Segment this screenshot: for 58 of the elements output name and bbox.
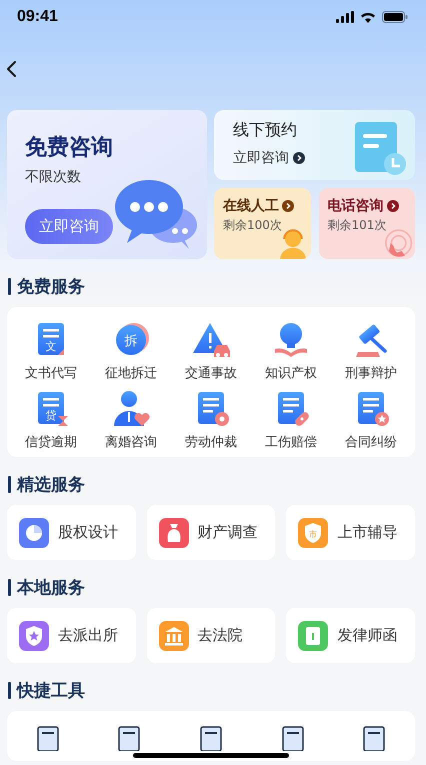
card-title: 在线人工	[223, 197, 279, 215]
clock-time: 09:41	[17, 8, 58, 26]
service-label[interactable]: 征地拆迁	[105, 364, 157, 382]
remaining-count: 剩余100次	[223, 217, 283, 234]
tile-label: 发律师函	[337, 626, 398, 645]
contact-card[interactable]: 电话咨询 剩余101次	[318, 188, 415, 259]
battery-icon	[382, 11, 408, 23]
service-label[interactable]: 知识产权	[265, 364, 317, 382]
card-title: 电话咨询	[328, 197, 384, 215]
person-heart-icon[interactable]	[112, 390, 150, 428]
tile-label: 股权设计	[58, 523, 118, 542]
consult-link[interactable]: 立即咨询	[233, 149, 305, 167]
arrow-circle-icon	[293, 152, 305, 164]
arrow-circle-icon	[282, 200, 294, 212]
service-tile[interactable]: 市 上市辅导	[286, 505, 416, 560]
tile-label: 财产调查	[198, 523, 258, 542]
section-marker	[8, 278, 11, 294]
service-label[interactable]: 劳动仲裁	[185, 433, 237, 451]
section-title: 精选服务	[17, 474, 85, 496]
document-icon[interactable]	[198, 725, 224, 751]
section-title: 快捷工具	[17, 680, 85, 702]
warning-car-icon[interactable]	[192, 321, 230, 359]
tile-label: 去派出所	[58, 626, 118, 645]
service-tile[interactable]: 发律师函	[286, 608, 416, 663]
service-label[interactable]: 工伤赔偿	[265, 433, 317, 451]
tile-label: 去法院	[198, 626, 243, 645]
contact-card[interactable]: 在线人工 剩余100次	[214, 188, 310, 259]
signal-icon	[336, 11, 354, 23]
wifi-icon	[360, 11, 376, 23]
service-tile[interactable]: 股权设计	[7, 505, 136, 560]
section-title: 免费服务	[17, 276, 85, 298]
service-label[interactable]: 文书代写	[25, 364, 77, 382]
section-marker	[8, 578, 11, 596]
link-text: 立即咨询	[233, 149, 289, 167]
service-label[interactable]: 信贷逾期	[25, 433, 77, 451]
remaining-count: 剩余101次	[328, 217, 388, 234]
card-title: 线下预约	[233, 120, 298, 141]
chat-bubbles-icon	[113, 177, 199, 251]
service-label[interactable]: 合同纠纷	[345, 433, 397, 451]
section-marker	[8, 682, 11, 698]
offline-booking-card[interactable]: 线下预约 立即咨询	[214, 110, 415, 180]
tile-label: 上市辅导	[337, 523, 398, 542]
service-label[interactable]: 交通事故	[185, 364, 237, 382]
service-tile[interactable]: 去法院	[146, 608, 276, 663]
section-marker	[8, 476, 11, 492]
service-tile[interactable]: 财产调查	[146, 505, 276, 560]
service-tile[interactable]: 去派出所	[7, 608, 136, 663]
service-label[interactable]: 离婚咨询	[105, 433, 157, 451]
lightbulb-book-icon[interactable]	[272, 321, 310, 359]
card-subtitle: 不限次数	[25, 168, 82, 186]
shield-icon: 市	[298, 518, 328, 548]
section-title: 本地服务	[17, 576, 85, 598]
consult-button[interactable]: 立即咨询	[25, 209, 113, 244]
service-label[interactable]: 刑事辩护	[345, 364, 397, 382]
back-icon[interactable]	[6, 60, 18, 78]
free-consult-card[interactable]: 免费咨询 不限次数 立即咨询	[7, 110, 207, 259]
card-title: 免费咨询	[25, 134, 114, 162]
arrow-circle-icon	[386, 200, 398, 212]
